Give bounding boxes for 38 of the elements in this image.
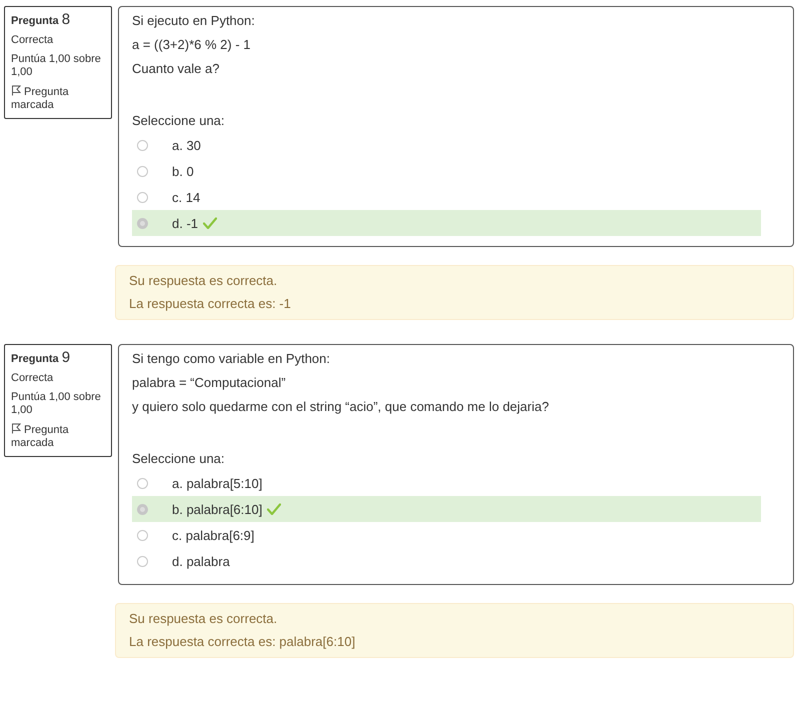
answer-option[interactable]: d. -1 bbox=[172, 216, 198, 230]
feedback-text: La respuesta correcta es: -1 bbox=[129, 296, 292, 311]
select-prompt: Seleccione una: bbox=[132, 451, 226, 466]
radio-button[interactable] bbox=[137, 478, 148, 488]
question-number: Pregunta 9 bbox=[11, 351, 72, 366]
question-text: palabra = “Computacional” bbox=[132, 375, 287, 390]
select-prompt: Seleccione una: bbox=[132, 113, 226, 128]
flag-link[interactable]: Pregunta marcada bbox=[11, 85, 105, 112]
question-text: Si tengo como variable en Python: bbox=[132, 351, 332, 366]
answer-option[interactable]: c. palabra[6:9] bbox=[172, 528, 254, 542]
question-text: Si ejecuto en Python: bbox=[132, 13, 256, 28]
question-state: Correcta bbox=[11, 372, 54, 385]
feedback-text: Su respuesta es correcta. bbox=[129, 611, 278, 626]
question-text: a = ((3+2)*6 % 2) - 1 bbox=[132, 37, 252, 52]
answer-option[interactable]: a. 30 bbox=[172, 138, 201, 152]
radio-button[interactable] bbox=[137, 530, 148, 540]
answer-option[interactable]: d. palabra bbox=[172, 554, 230, 568]
question-grade: Puntúa 1,00 sobre 1,00 bbox=[11, 391, 102, 417]
answer-option[interactable]: b. 0 bbox=[172, 164, 194, 178]
feedback-text: Su respuesta es correcta. bbox=[129, 273, 278, 288]
question-text: Cuanto vale a? bbox=[132, 61, 220, 76]
answer-option[interactable]: c. 14 bbox=[172, 190, 200, 204]
flag-icon[interactable] bbox=[11, 423, 21, 434]
question-number: Pregunta 8 bbox=[11, 13, 72, 28]
question-grade: Puntúa 1,00 sobre 1,00 bbox=[11, 53, 102, 79]
flag-icon[interactable] bbox=[11, 85, 21, 96]
feedback-text: La respuesta correcta es: palabra[6:10] bbox=[129, 634, 356, 649]
answer-option[interactable]: b. palabra[6:10] bbox=[172, 502, 262, 516]
question-state: Correcta bbox=[11, 34, 54, 47]
radio-button[interactable] bbox=[137, 504, 148, 514]
answer-option[interactable]: a. palabra[5:10] bbox=[172, 476, 262, 490]
radio-button[interactable] bbox=[137, 140, 148, 150]
radio-button[interactable] bbox=[137, 218, 148, 228]
radio-button[interactable] bbox=[137, 556, 148, 566]
radio-button[interactable] bbox=[137, 192, 148, 202]
question-text: y quiero solo quedarme con el string “acio”, que comando me lo dejaria? bbox=[132, 399, 550, 414]
radio-button[interactable] bbox=[137, 166, 148, 176]
flag-link[interactable]: Pregunta marcada bbox=[11, 423, 105, 450]
